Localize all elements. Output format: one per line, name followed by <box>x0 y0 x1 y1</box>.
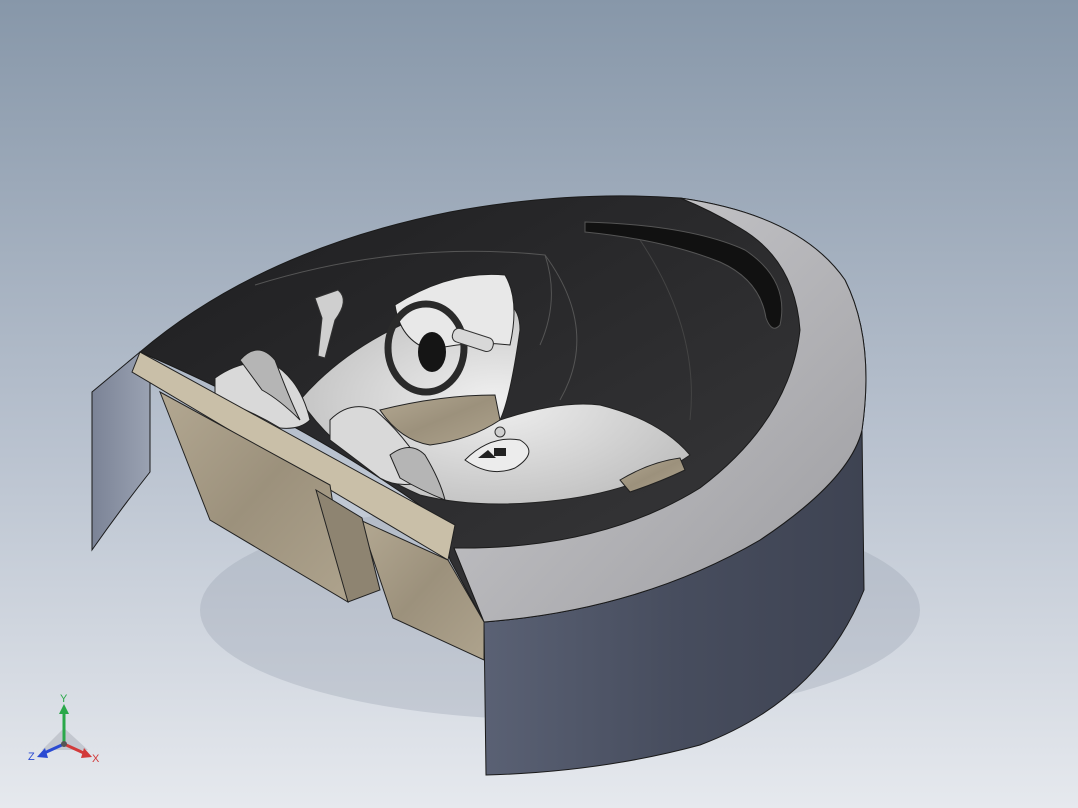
z-axis-label: Z <box>28 751 35 763</box>
cad-model-view[interactable] <box>0 0 1078 808</box>
y-axis-label: Y <box>60 693 68 705</box>
gear-knob[interactable] <box>494 426 506 438</box>
steering-hub <box>418 332 446 372</box>
view-orientation-triad[interactable]: Y X Z <box>22 690 108 776</box>
y-axis-arrow <box>59 704 69 714</box>
cad-graphics-area[interactable]: Y X Z <box>0 0 1078 808</box>
x-axis-label: X <box>92 753 100 765</box>
triad-origin <box>61 741 67 747</box>
